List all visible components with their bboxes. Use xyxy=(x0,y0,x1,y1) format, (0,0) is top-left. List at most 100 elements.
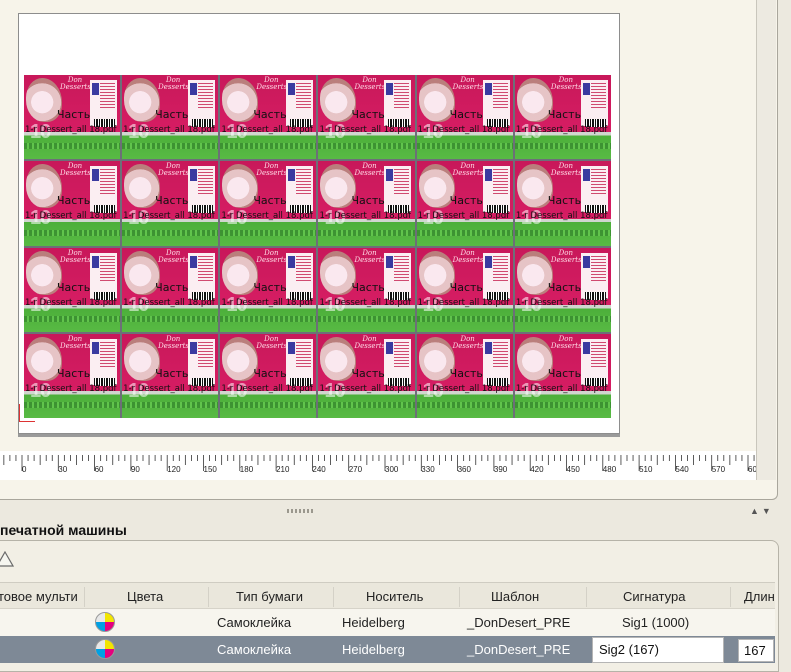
brand-logo: Don Desserts xyxy=(452,162,484,178)
label-part-text: Часть xyxy=(155,108,189,121)
signature-dropdown[interactable]: Sig2 (167) xyxy=(592,637,724,663)
label-part-text: Часть xyxy=(253,280,287,294)
maker-logo-icon xyxy=(92,341,99,354)
label-item[interactable]: Don Desserts 10 Часть 1-r Dessert_all 18.pd… xyxy=(416,247,513,332)
table-header: товое мульти Цвета Тип бумаги Носитель Ш… xyxy=(0,582,775,609)
label-item[interactable]: Don Desserts 10 Часть 1-r Dessert_all 18.pd… xyxy=(318,333,415,418)
maker-logo-icon xyxy=(190,255,198,268)
column-header-multi[interactable]: товое мульти xyxy=(0,589,78,604)
column-header-template[interactable]: Шаблон xyxy=(491,589,539,604)
label-part-text: Часть xyxy=(351,280,385,294)
label-file-name: 1-r Dessert_all 18.pdf xyxy=(319,383,412,394)
label-item[interactable]: Don Desserts 10 Часть 1-r Dessert_all 18.pd… xyxy=(416,333,513,418)
ruler-tick-label: 420 xyxy=(530,465,544,474)
label-item[interactable]: Don Desserts 10 Часть 1-r Dessert_all 18.pd… xyxy=(514,161,611,246)
label-file-name: 1-r Dessert_all 18.pdf xyxy=(25,383,117,394)
ruler-tick-label: 300 xyxy=(385,465,399,474)
ruler-tick-label: 120 xyxy=(167,465,181,474)
maker-logo-icon xyxy=(92,83,99,95)
carrier-cell: Heidelberg xyxy=(342,615,405,630)
label-part-text: Часть xyxy=(547,194,582,208)
column-header-signature[interactable]: Сигнатура xyxy=(623,589,685,604)
brand-logo: Don Desserts xyxy=(354,76,386,91)
label-item[interactable]: Don Desserts 10 Часть 1-r Dessert_all 18.pd… xyxy=(24,75,121,160)
label-file-name: 1-r Dessert_all 18.pdf xyxy=(123,297,215,308)
table-row[interactable]: Самоклейка Heidelberg _DonDesert_PRE Sig… xyxy=(0,609,775,636)
label-item[interactable]: Don Desserts 10 Часть 1-r Dessert_all 18.pd… xyxy=(220,75,317,160)
label-item[interactable]: Don Desserts 10 Часть 1-r Dessert_all 18.pd… xyxy=(24,333,121,418)
maker-logo-icon xyxy=(92,255,99,268)
label-part-text: Часть xyxy=(547,108,582,121)
collapse-up-icon[interactable]: ▲ xyxy=(750,506,762,516)
label-item[interactable]: Don Desserts 10 Часть 1-r Dessert_all 18.pd… xyxy=(122,75,219,160)
label-item[interactable]: Don Desserts 10 Часть 1-r Dessert_all 18.pd… xyxy=(220,247,317,332)
label-file-name: 1-r Dessert_all 18.pdf xyxy=(417,125,510,135)
maker-logo-icon xyxy=(484,83,492,95)
brand-logo: Don Desserts xyxy=(256,162,288,178)
label-item[interactable]: Don Desserts 10 Часть 1-r Dessert_all 18.pd… xyxy=(514,75,611,160)
brand-logo: Don Desserts xyxy=(60,248,91,264)
layout-preview-panel: Don Desserts 10 Часть 1-r Dessert_all 18.pd… xyxy=(0,0,778,500)
label-file-name: 1-r Dessert_all 18.pdf xyxy=(123,211,215,222)
label-item[interactable]: Don Desserts 10 Часть 1-r Dessert_all 18.pd… xyxy=(24,161,121,246)
panel-collapse-buttons[interactable]: ▲▼ xyxy=(750,506,774,516)
column-header-length[interactable]: Длин xyxy=(744,589,775,604)
collapse-down-icon[interactable]: ▼ xyxy=(762,506,774,516)
maker-logo-icon xyxy=(190,341,198,354)
label-item[interactable]: Don Desserts 10 Часть 1-r Dessert_all 18.pd… xyxy=(122,247,219,332)
length-input[interactable]: 167 xyxy=(738,639,774,662)
maker-logo-icon xyxy=(92,169,99,182)
ruler-tick-label: 570 xyxy=(712,465,726,474)
preview-canvas[interactable]: Don Desserts 10 Часть 1-r Dessert_all 18.pd… xyxy=(0,0,756,480)
label-item[interactable]: Don Desserts 10 Часть 1-r Dessert_all 18.pd… xyxy=(318,161,415,246)
brand-logo: Don Desserts xyxy=(354,248,386,264)
ruler-tick-label: 150 xyxy=(204,465,218,474)
label-item[interactable]: Don Desserts 10 Часть 1-r Dessert_all 18.pd… xyxy=(220,333,317,418)
ruler-tick-label: 360 xyxy=(458,465,472,474)
label-part-text: Часть xyxy=(155,280,189,294)
label-file-name: 1-r Dessert_all 18.pdf xyxy=(221,383,313,394)
label-file-name: 1-r Dessert_all 18.pdf xyxy=(515,125,608,135)
label-item[interactable]: Don Desserts 10 Часть 1-r Dessert_all 18.pd… xyxy=(318,75,415,160)
brand-logo: Don Desserts xyxy=(550,76,582,91)
ruler-tick-label: 180 xyxy=(240,465,254,474)
label-part-text: Часть xyxy=(449,366,483,380)
label-file-name: 1-r Dessert_all 18.pdf xyxy=(417,211,510,222)
label-item[interactable]: Don Desserts 10 Часть 1-r Dessert_all 18.pd… xyxy=(416,75,513,160)
ruler-tick-label: 90 xyxy=(131,465,140,474)
ruler-tick-label: 540 xyxy=(675,465,689,474)
brand-logo: Don Desserts xyxy=(158,162,189,178)
label-item[interactable]: Don Desserts 10 Часть 1-r Dessert_all 18.pd… xyxy=(514,247,611,332)
column-header-carrier[interactable]: Носитель xyxy=(366,589,423,604)
label-part-text: Часть xyxy=(253,108,287,121)
brand-logo: Don Desserts xyxy=(354,162,386,178)
maker-logo-icon xyxy=(582,255,590,268)
label-part-text: Часть xyxy=(547,280,582,294)
brand-logo: Don Desserts xyxy=(354,334,386,350)
ruler-tick-label: 330 xyxy=(421,465,435,474)
brand-logo: Don Desserts xyxy=(452,76,484,91)
vertical-scrollbar[interactable] xyxy=(756,0,776,480)
brand-logo: Don Desserts xyxy=(256,334,288,350)
maker-logo-icon xyxy=(386,83,394,95)
label-item[interactable]: Don Desserts 10 Часть 1-r Dessert_all 18.pd… xyxy=(122,161,219,246)
column-header-paper-type[interactable]: Тип бумаги xyxy=(236,589,303,604)
ruler-tick-label: 390 xyxy=(494,465,508,474)
maker-logo-icon xyxy=(288,255,296,268)
label-item[interactable]: Don Desserts 10 Часть 1-r Dessert_all 18.pd… xyxy=(318,247,415,332)
label-item[interactable]: Don Desserts 10 Часть 1-r Dessert_all 18.pd… xyxy=(220,161,317,246)
brand-logo: Don Desserts xyxy=(158,334,189,350)
template-cell: _DonDesert_PRE xyxy=(467,642,571,657)
column-header-colors[interactable]: Цвета xyxy=(127,589,163,604)
label-item[interactable]: Don Desserts 10 Часть 1-r Dessert_all 18.pd… xyxy=(122,333,219,418)
maker-logo-icon xyxy=(386,341,394,354)
label-item[interactable]: Don Desserts 10 Часть 1-r Dessert_all 18.pd… xyxy=(514,333,611,418)
panel-splitter-handle[interactable] xyxy=(287,509,313,513)
label-file-name: 1-r Dessert_all 18.pdf xyxy=(25,125,117,135)
label-part-text: Часть xyxy=(57,366,91,380)
table-row-selected[interactable]: Самоклейка Heidelberg _DonDesert_PRE Sig… xyxy=(0,636,775,663)
label-item[interactable]: Don Desserts 10 Часть 1-r Dessert_all 18.pd… xyxy=(24,247,121,332)
label-item[interactable]: Don Desserts 10 Часть 1-r Dessert_all 18.pd… xyxy=(416,161,513,246)
label-part-text: Часть xyxy=(449,194,483,208)
maker-logo-icon xyxy=(484,255,492,268)
